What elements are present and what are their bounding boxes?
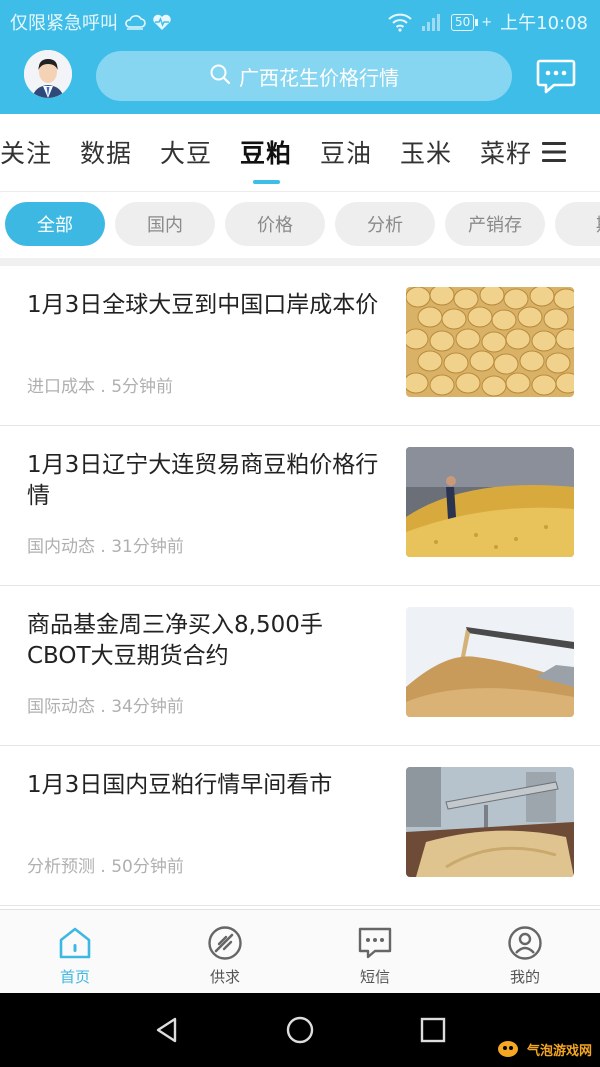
battery-icon: 50 + <box>450 13 492 31</box>
news-thumbnail <box>406 767 574 877</box>
avatar[interactable] <box>24 50 72 98</box>
nav-profile-label: 我的 <box>509 968 540 986</box>
wifi-icon <box>387 12 413 32</box>
news-time: 5分钟前 <box>111 377 174 397</box>
message-icon <box>358 927 392 959</box>
chip-futures[interactable]: 期 <box>555 202 600 246</box>
sub-tabs: 全部 国内 价格 分析 产销存 期 <box>0 192 600 258</box>
tab-corn[interactable]: 玉米 <box>400 134 452 170</box>
tab-follow[interactable]: 关注 <box>0 134 52 170</box>
bottom-nav: 首页 供求 短信 我的 <box>0 909 600 993</box>
news-meta: 国际动态 . 34分钟前 <box>27 697 184 717</box>
watermark: 气泡游戏网 <box>497 1039 592 1059</box>
cloud-icon <box>124 14 146 30</box>
search-bar[interactable]: 广西花生价格行情 <box>96 51 512 101</box>
news-category: 分析预测 <box>27 857 95 877</box>
menu-icon[interactable] <box>540 140 568 168</box>
chat-icon[interactable] <box>536 58 576 94</box>
news-title: 商品基金周三净买入8,500手CBOT大豆期货合约 <box>27 612 323 669</box>
watermark-text: 气泡游戏网 <box>526 1043 592 1059</box>
news-time: 34分钟前 <box>111 697 184 717</box>
news-category: 国际动态 <box>27 697 95 717</box>
heart-rate-icon <box>152 13 172 31</box>
chip-all[interactable]: 全部 <box>5 202 105 246</box>
news-time: 50分钟前 <box>111 857 184 877</box>
tab-data[interactable]: 数据 <box>80 134 132 170</box>
news-category: 国内动态 <box>27 537 95 557</box>
tab-rapeseed[interactable]: 菜籽 <box>480 134 532 170</box>
active-tab-indicator <box>253 180 280 184</box>
nav-home[interactable]: 首页 <box>0 910 150 994</box>
nav-supply-demand[interactable]: 供求 <box>150 910 300 994</box>
news-meta: 进口成本 . 5分钟前 <box>27 377 174 397</box>
news-thumbnail <box>406 447 574 557</box>
search-placeholder: 广西花生价格行情 <box>239 65 399 90</box>
status-left: 仅限紧急呼叫 <box>10 9 172 35</box>
news-meta: 分析预测 . 50分钟前 <box>27 857 184 877</box>
tab-soybean-meal[interactable]: 豆粕 <box>240 134 292 170</box>
battery-level: 50 <box>450 13 475 31</box>
news-item[interactable]: 1月3日国内豆粕行情早间看市 分析预测 . 50分钟前 <box>0 746 600 906</box>
nav-home-label: 首页 <box>59 968 90 986</box>
profile-icon <box>508 926 542 960</box>
nav-messages-label: 短信 <box>359 968 390 986</box>
news-thumbnail <box>406 607 574 717</box>
status-right: 50 + 上午10:08 <box>387 9 588 35</box>
news-title: 1月3日辽宁大连贸易商豆粕价格行情 <box>27 452 379 509</box>
recents-icon[interactable] <box>418 1015 448 1045</box>
news-thumbnail <box>406 287 574 397</box>
news-item[interactable]: 1月3日辽宁大连贸易商豆粕价格行情 国内动态 . 31分钟前 <box>0 426 600 586</box>
section-divider <box>0 258 600 266</box>
carrier-text: 仅限紧急呼叫 <box>10 13 118 34</box>
nav-supply-demand-label: 供求 <box>209 968 240 986</box>
chip-domestic[interactable]: 国内 <box>115 202 215 246</box>
chip-production-sales[interactable]: 产销存 <box>445 202 545 246</box>
news-title: 1月3日全球大豆到中国口岸成本价 <box>27 292 379 318</box>
nav-profile[interactable]: 我的 <box>450 910 600 994</box>
signal-icon <box>421 12 443 32</box>
tab-soybean-oil[interactable]: 豆油 <box>320 134 372 170</box>
news-title: 1月3日国内豆粕行情早间看市 <box>27 772 333 798</box>
app-header: 广西花生价格行情 <box>0 40 600 114</box>
news-meta: 国内动态 . 31分钟前 <box>27 537 184 557</box>
nav-messages[interactable]: 短信 <box>300 910 450 994</box>
chip-analysis[interactable]: 分析 <box>335 202 435 246</box>
supply-demand-icon <box>208 926 242 960</box>
news-category: 进口成本 <box>27 377 95 397</box>
home-button-icon[interactable] <box>285 1015 315 1045</box>
news-item[interactable]: 1月3日全球大豆到中国口岸成本价 进口成本 . 5分钟前 <box>0 266 600 426</box>
watermark-logo-icon <box>497 1041 518 1057</box>
system-nav-bar: 气泡游戏网 <box>0 993 600 1067</box>
back-icon[interactable] <box>152 1015 182 1045</box>
clock: 上午10:08 <box>500 13 588 34</box>
news-item[interactable]: 商品基金周三净买入8,500手CBOT大豆期货合约 国际动态 . 34分钟前 <box>0 586 600 746</box>
search-icon <box>209 63 231 90</box>
home-icon <box>59 927 91 959</box>
category-tabs: 关注 数据 大豆 豆粕 豆油 玉米 菜籽 <box>0 114 600 192</box>
tab-soybean[interactable]: 大豆 <box>160 134 212 170</box>
status-bar: 仅限紧急呼叫 50 + 上午10:08 <box>0 0 600 40</box>
chip-price[interactable]: 价格 <box>225 202 325 246</box>
news-time: 31分钟前 <box>111 537 184 557</box>
